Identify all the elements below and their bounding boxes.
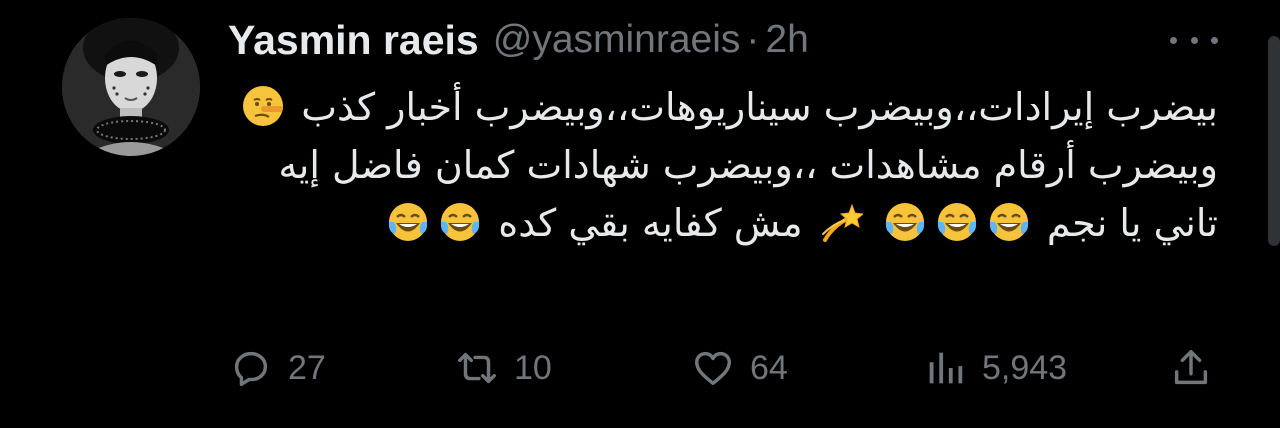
reply-icon [234, 351, 268, 387]
retweet-count: 10 [514, 348, 552, 387]
user-handle[interactable]: @yasminraeis [493, 18, 741, 62]
retweet-icon [458, 352, 496, 384]
dizzy-emoji-icon [819, 200, 863, 244]
tears-of-joy-emoji-icon [883, 200, 927, 244]
tears-of-joy-emoji-icon [386, 200, 430, 244]
views-count: 5,943 [982, 348, 1068, 387]
more-dot-icon [1190, 36, 1198, 44]
tears-of-joy-emoji-icon [438, 200, 482, 244]
tweet-header: Yasmin raeis @yasminraeis · 2h [228, 14, 809, 66]
views-chart-icon [929, 352, 963, 384]
more-options-button[interactable] [1170, 28, 1218, 52]
views-button[interactable]: 5,943 [922, 340, 1067, 396]
reply-button[interactable]: 27 [228, 340, 326, 396]
tweet-text-segment: بيضرب إيرادات،،وبيضرب سيناريوهات،،وبيضرب… [301, 85, 1218, 129]
timestamp[interactable]: 2h [765, 18, 808, 62]
tweet-text: بيضرب إيرادات،،وبيضرب سيناريوهات،،وبيضرب… [228, 78, 1218, 252]
lying-face-emoji-icon [241, 84, 285, 128]
like-count: 64 [750, 348, 788, 387]
heart-icon [694, 351, 732, 386]
tears-of-joy-emoji-icon [987, 200, 1031, 244]
display-name[interactable]: Yasmin raeis [228, 17, 479, 64]
more-dot-icon [1170, 36, 1177, 44]
tweet-text-segment: مش كفايه بقي كده [498, 201, 803, 245]
more-dot-icon [1211, 36, 1218, 44]
avatar[interactable] [62, 18, 200, 156]
tweet-text-segment: وبيضرب أرقام مشاهدات ،،وبيضرب شهادات كما… [434, 143, 1218, 187]
tweet[interactable]: Yasmin raeis @yasminraeis · 2h بيضرب إير… [0, 0, 1280, 428]
share-icon [1174, 349, 1208, 385]
reply-count: 27 [288, 348, 326, 387]
like-button[interactable]: 64 [690, 340, 788, 396]
retweet-button[interactable]: 10 [454, 340, 552, 396]
share-button[interactable] [1168, 340, 1214, 396]
separator-dot: · [746, 18, 760, 61]
profile-photo-icon [62, 18, 200, 156]
scrollbar[interactable] [1268, 36, 1280, 246]
tweet-actions: 27 10 64 5,943 [228, 340, 1218, 396]
tears-of-joy-emoji-icon [935, 200, 979, 244]
